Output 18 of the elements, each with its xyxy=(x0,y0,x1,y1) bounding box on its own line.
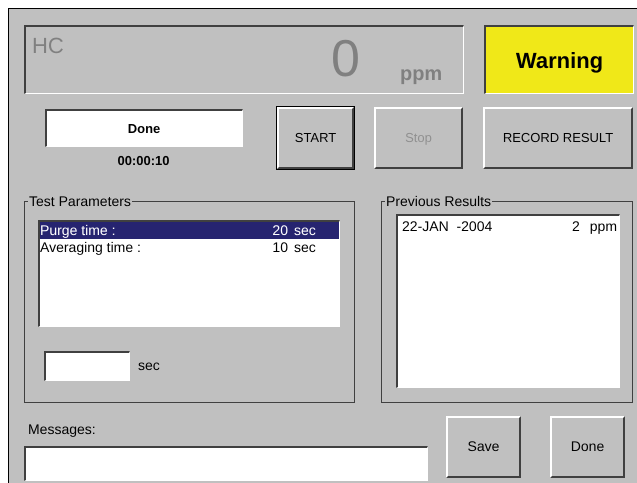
messages-label: Messages: xyxy=(28,420,97,439)
parameter-row[interactable]: Purge time : 20 sec xyxy=(40,222,339,238)
parameter-list[interactable]: Purge time : 20 sec Averaging time : 10 sec xyxy=(38,220,340,326)
push-button[interactable]: Save xyxy=(446,416,521,478)
gas-label: HC xyxy=(32,32,64,60)
result-row: 22-JAN -2004 2 ppm xyxy=(402,218,617,234)
status-display: Done xyxy=(44,109,242,147)
push-button[interactable]: START xyxy=(277,107,354,169)
unit-label: sec xyxy=(138,356,160,375)
parameter-row[interactable]: Averaging time : 10 sec xyxy=(40,238,339,256)
push-button[interactable]: RECORD RESULT xyxy=(483,107,633,169)
warning-indicator: Warning xyxy=(484,25,634,94)
time-input[interactable] xyxy=(44,350,130,380)
reading-unit: ppm xyxy=(400,62,442,87)
reading-value: 0 xyxy=(331,29,360,90)
push-button[interactable]: Done xyxy=(550,416,625,478)
elapsed-timer: 00:00:10 xyxy=(117,152,170,170)
messages-field[interactable] xyxy=(24,446,428,480)
